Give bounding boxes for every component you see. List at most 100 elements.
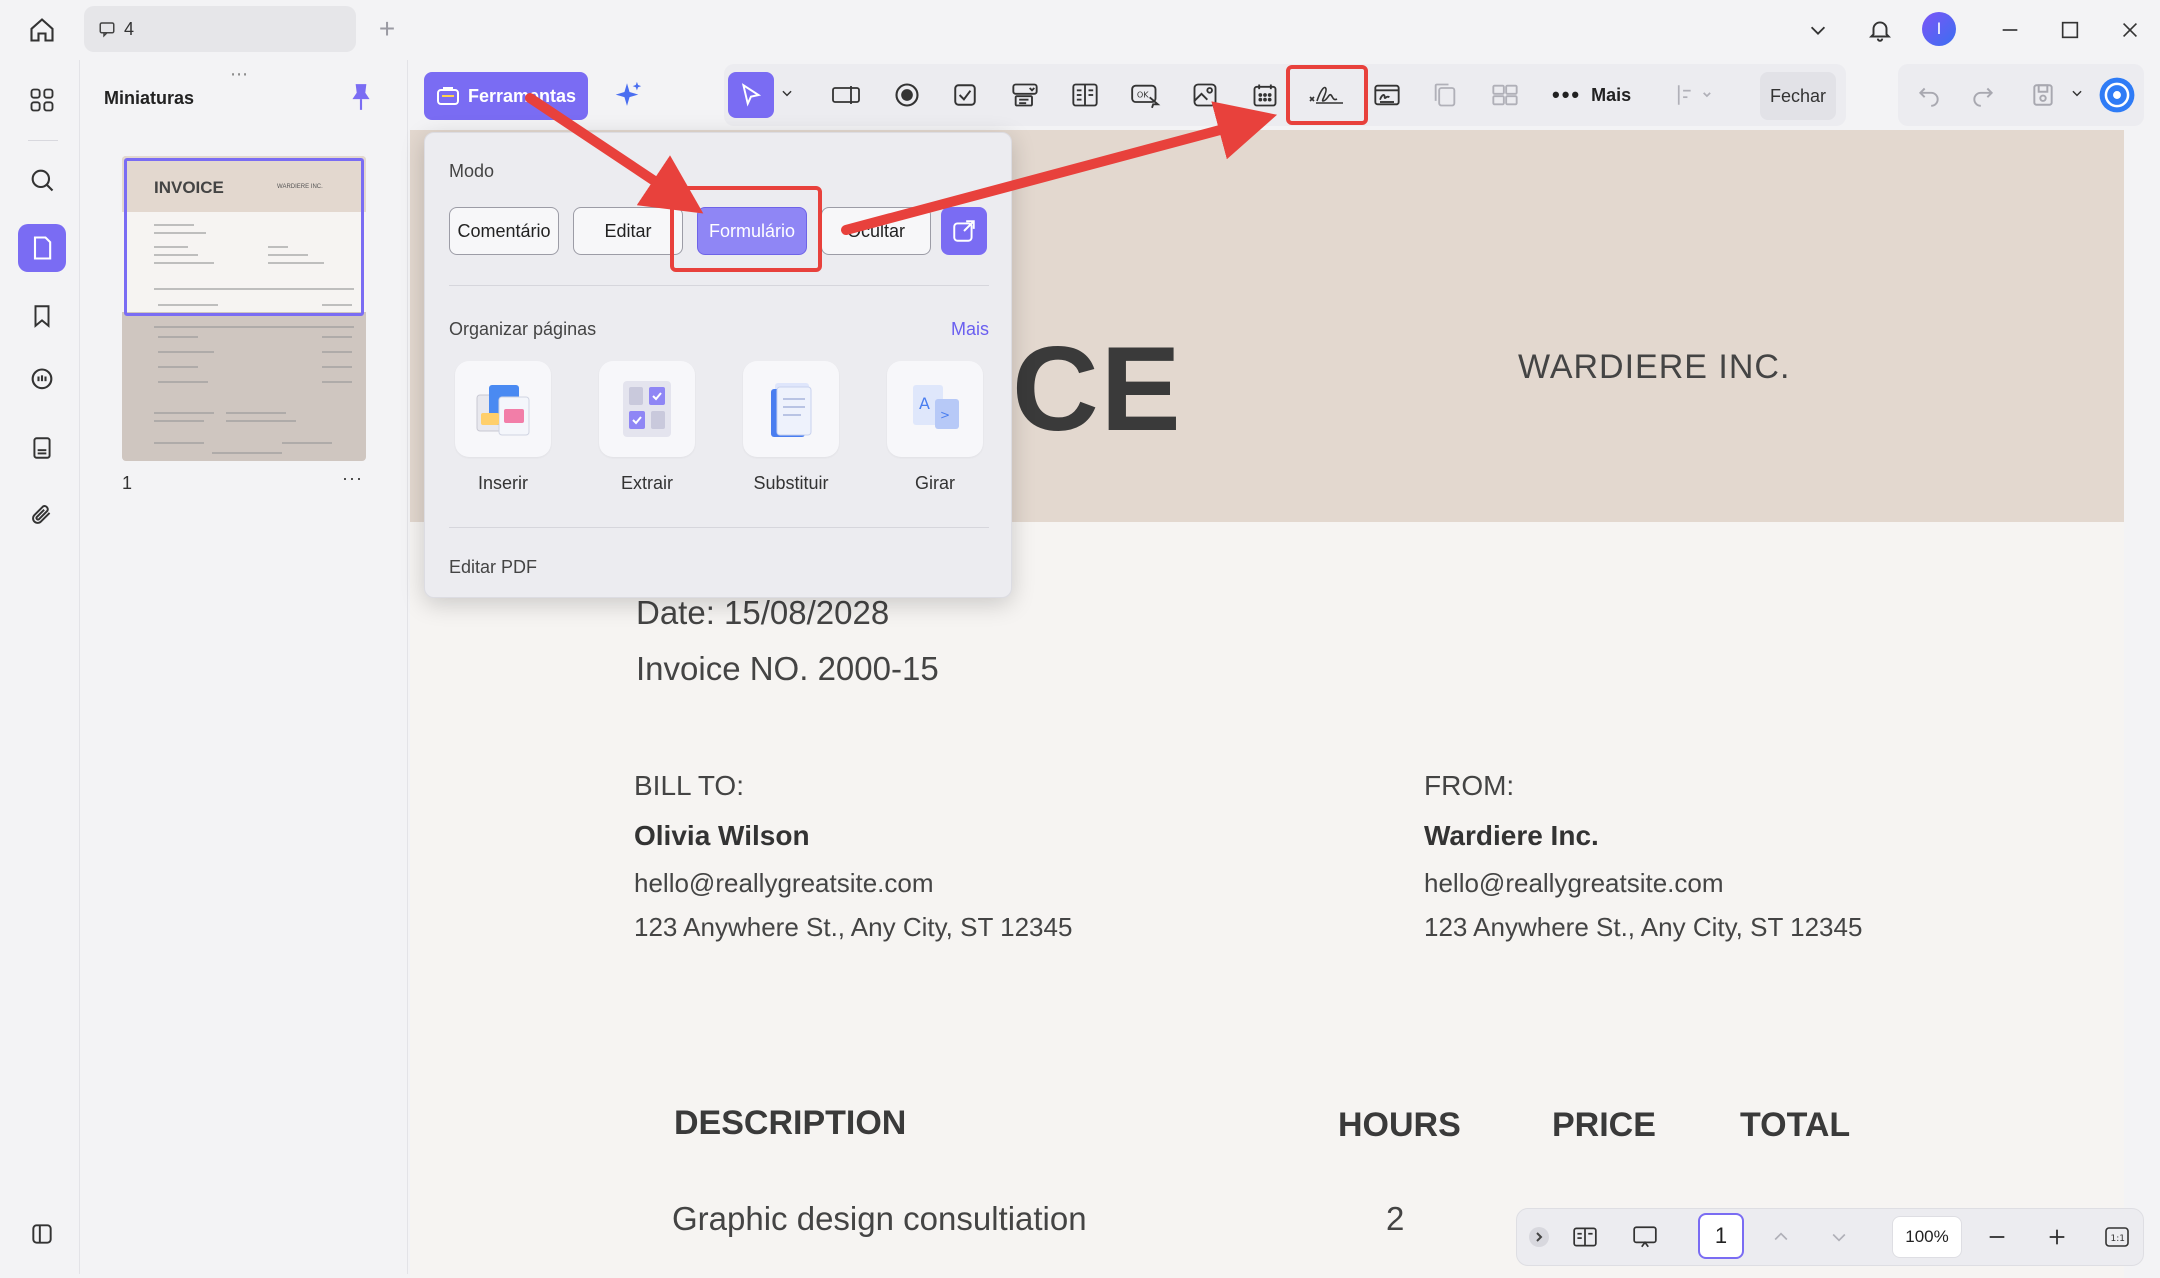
svg-text:1:1: 1:1 — [2111, 1234, 2125, 1244]
external-link-icon — [953, 220, 975, 242]
settings-panel-icon[interactable] — [18, 1210, 66, 1258]
combo-box-icon — [1012, 83, 1038, 107]
invoice-number: Invoice NO. 2000-15 — [636, 650, 939, 687]
expand-arrow-icon[interactable] — [1522, 1220, 1556, 1254]
svg-text:A: A — [919, 394, 930, 413]
minimize-icon[interactable] — [1992, 12, 2028, 48]
mode-edit-button[interactable]: Editar — [573, 207, 683, 255]
from-address: 123 Anywhere St., Any City, ST 12345 — [1424, 912, 1863, 942]
tab-count: 4 — [124, 18, 135, 39]
zoom-level[interactable]: 100% — [1892, 1216, 1962, 1258]
new-tab-button[interactable]: + — [372, 13, 402, 44]
insert-page-button[interactable]: Inserir — [455, 361, 551, 494]
undo-button[interactable] — [1906, 72, 1952, 118]
company-name-header: WARDIERE INC. — [1518, 348, 1791, 386]
page-thumbnail[interactable]: INVOICE WARDIERE INC. — [122, 156, 366, 461]
save-button[interactable] — [2020, 72, 2066, 118]
page-number-input[interactable]: 1 — [1698, 1213, 1744, 1259]
thumbnail-more-button[interactable]: ··· — [342, 468, 363, 489]
text-field-tool[interactable] — [824, 72, 870, 118]
ai-assistant-icon — [2099, 77, 2135, 113]
undo-icon — [1918, 87, 1939, 107]
extract-page-button[interactable]: Extrair — [599, 361, 695, 494]
image-field-tool[interactable] — [1182, 72, 1228, 118]
next-page-icon[interactable] — [1822, 1220, 1856, 1254]
list-box-tool[interactable] — [1062, 72, 1108, 118]
ai-sparkle-button[interactable] — [602, 72, 652, 120]
zoom-out-icon[interactable] — [1980, 1220, 2014, 1254]
user-avatar[interactable]: I — [1922, 12, 1956, 46]
apps-grid-icon[interactable] — [18, 76, 66, 124]
mode-comment-button[interactable]: Comentário — [449, 207, 559, 255]
open-external-button[interactable] — [941, 207, 987, 255]
thumbnails-panel: ⋯ Miniaturas INVOICE WARDIERE INC. 1 ··· — [80, 60, 408, 1274]
checkbox-tool[interactable] — [942, 72, 988, 118]
align-dropdown[interactable] — [1660, 72, 1730, 118]
bill-to-email: hello@reallygreatsite.com — [634, 868, 934, 898]
table-header-price: PRICE — [1552, 1106, 1656, 1144]
document-scrollbar[interactable] — [2124, 130, 2160, 1278]
save-icon — [2033, 84, 2053, 106]
text-field-icon — [832, 86, 860, 104]
document-tab[interactable]: 4 — [84, 6, 356, 52]
chevron-down-icon — [2072, 90, 2082, 97]
tools-button[interactable]: Ferramentas — [424, 72, 588, 120]
form-mode-highlight — [670, 186, 822, 272]
home-icon[interactable] — [24, 12, 60, 48]
comments-icon[interactable] — [18, 356, 66, 404]
attachment-icon[interactable] — [18, 490, 66, 538]
edit-pdf-heading: Editar PDF — [449, 557, 538, 577]
insert-icon — [455, 361, 551, 457]
organize-more-link[interactable]: Mais — [951, 319, 989, 340]
ai-assistant-button[interactable] — [2094, 72, 2140, 118]
mode-redact-button[interactable]: Ocultar — [821, 207, 931, 255]
close-tools-button[interactable]: Fechar — [1760, 72, 1836, 120]
from-heading: FROM: — [1424, 770, 1515, 801]
redo-button[interactable] — [1960, 72, 2006, 118]
bookmark-icon[interactable] — [18, 292, 66, 340]
image-field-icon — [1193, 83, 1217, 107]
extract-icon — [599, 361, 695, 457]
search-icon[interactable] — [18, 156, 66, 204]
digital-signature-tool[interactable] — [1364, 72, 1410, 118]
thumbnail-selection-frame — [124, 158, 364, 316]
combo-box-tool[interactable] — [1002, 72, 1048, 118]
invoice-date: Date: 15/08/2028 — [636, 594, 890, 631]
more-tools-button[interactable]: ••• Mais — [1552, 82, 1631, 108]
select-tool[interactable] — [728, 72, 774, 118]
date-field-tool[interactable] — [1242, 72, 1288, 118]
chevron-down-icon[interactable] — [1800, 12, 1836, 48]
zoom-in-icon[interactable] — [2040, 1220, 2074, 1254]
button-tool[interactable]: OK — [1122, 72, 1168, 118]
title-bar: 4 + I — [0, 0, 2160, 60]
radio-button-tool[interactable] — [884, 72, 930, 118]
rotate-page-button[interactable]: A > Girar — [887, 361, 983, 494]
close-window-icon[interactable] — [2112, 12, 2148, 48]
mode-heading: Modo — [449, 161, 495, 181]
bell-icon[interactable] — [1862, 12, 1898, 48]
more-dots-icon: ••• — [1552, 82, 1582, 107]
duplicate-tool[interactable] — [1422, 72, 1468, 118]
document-stack-icon[interactable] — [18, 424, 66, 472]
maximize-icon[interactable] — [2052, 12, 2088, 48]
svg-text:>: > — [940, 408, 950, 422]
popup-divider — [449, 527, 989, 528]
pin-icon[interactable] — [348, 82, 378, 116]
save-dropdown[interactable] — [2070, 86, 2084, 103]
presentation-icon[interactable] — [1628, 1220, 1662, 1254]
tools-label: Ferramentas — [468, 85, 577, 106]
panel-resize-handle[interactable]: ⋯ — [230, 64, 249, 85]
align-grid-tool[interactable] — [1482, 72, 1528, 118]
organize-heading: Organizar páginas — [449, 319, 597, 339]
previous-page-icon[interactable] — [1764, 1220, 1798, 1254]
invoice-title: CE — [1012, 322, 1183, 456]
actual-size-icon[interactable]: 1:1 — [2100, 1220, 2134, 1254]
signature-box-icon — [1374, 84, 1400, 106]
thumbnails-icon[interactable] — [18, 224, 66, 272]
reading-mode-icon[interactable] — [1568, 1220, 1602, 1254]
select-tool-dropdown[interactable] — [780, 86, 794, 103]
more-label: Mais — [1591, 84, 1632, 105]
replace-page-button[interactable]: Substituir — [743, 361, 839, 494]
replace-icon — [743, 361, 839, 457]
left-icon-rail — [6, 60, 80, 1274]
